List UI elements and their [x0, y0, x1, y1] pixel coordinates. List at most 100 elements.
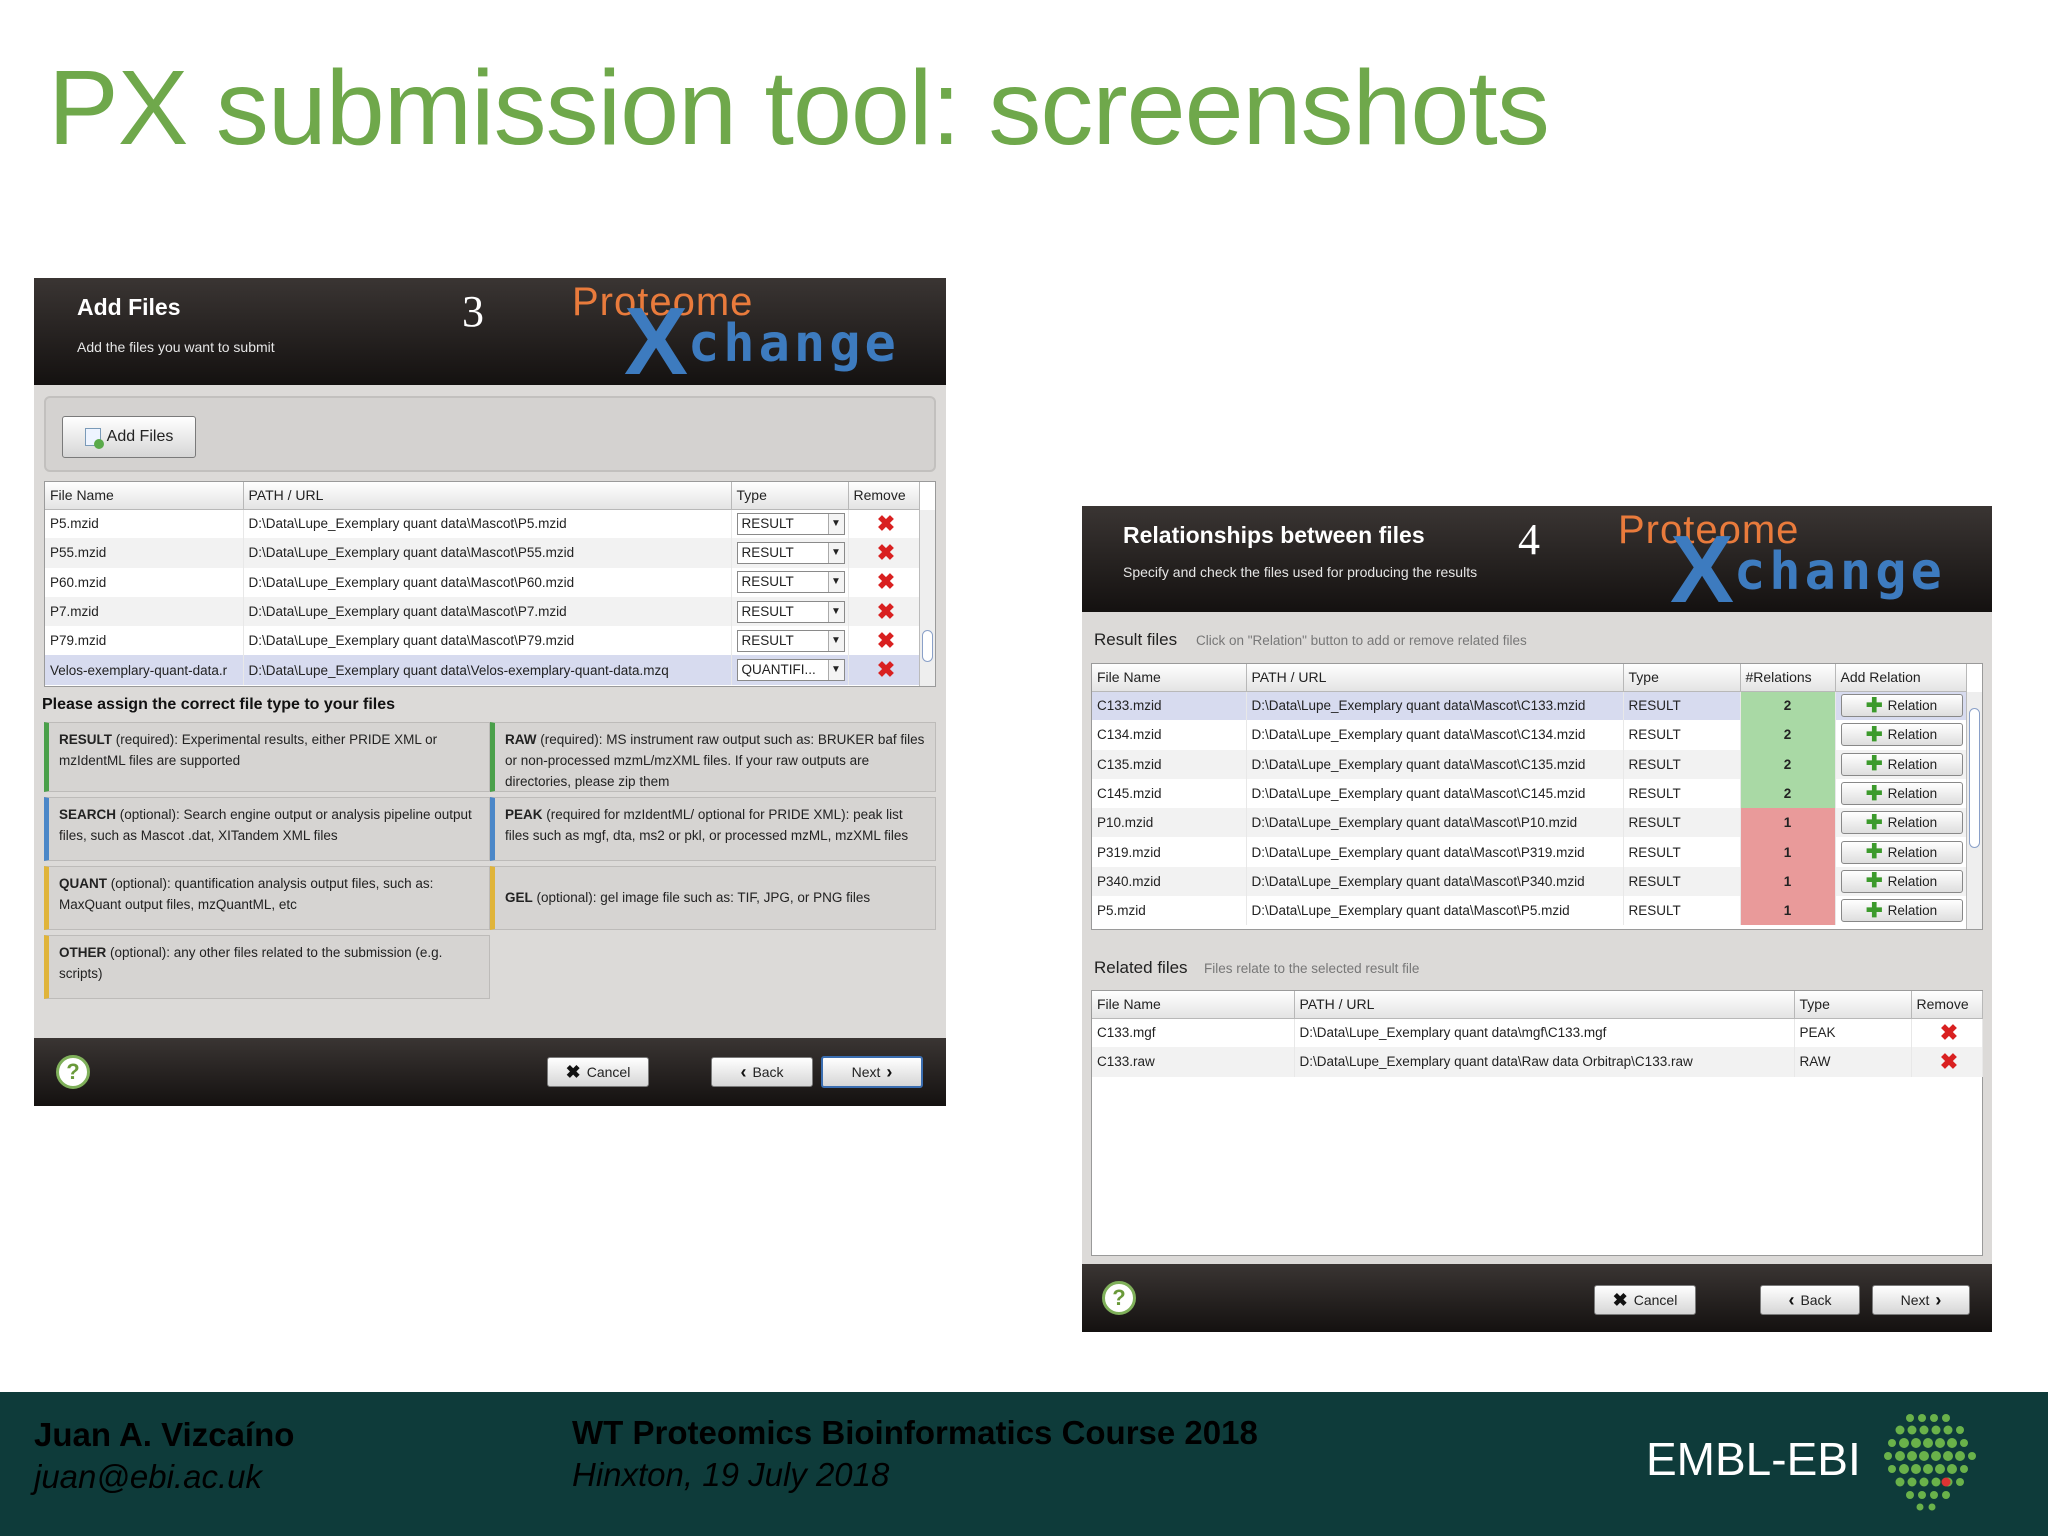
remove-icon[interactable]: ✖ [854, 540, 919, 566]
back-button[interactable]: ‹ Back [711, 1057, 813, 1087]
cancel-button[interactable]: ✖ Cancel [1594, 1285, 1696, 1315]
course-title: WT Proteomics Bioinformatics Course 2018 [572, 1414, 1258, 1451]
type-select[interactable]: RESULT ▼ [736, 541, 845, 564]
chevron-left-icon: ‹ [1788, 1289, 1795, 1310]
file-name-cell: P60.mzid [45, 567, 244, 597]
file-name-cell: C145.mzid [1092, 778, 1247, 809]
table-row[interactable]: C145.mzid D:\Data\Lupe_Exemplary quant d… [1092, 778, 1967, 809]
org-name: EMBL-EBI [1646, 1433, 1861, 1485]
column-header[interactable]: Remove [848, 482, 920, 510]
plus-icon: ✚ [1865, 811, 1883, 834]
type-cell: RESULT [1623, 691, 1741, 721]
type-select[interactable]: RESULT ▼ [736, 629, 845, 652]
column-header[interactable]: Type [731, 482, 849, 510]
type-select[interactable]: RESULT ▼ [736, 600, 845, 623]
add-relation-button[interactable]: ✚ Relation [1840, 869, 1963, 893]
type-select[interactable]: RESULT ▼ [736, 571, 845, 594]
table-row[interactable]: C133.raw D:\Data\Lupe_Exemplary quant da… [1092, 1047, 1983, 1077]
filetype-peak: PEAK (required for mzIdentML/ optional f… [490, 797, 936, 861]
table-row[interactable]: P7.mzid D:\Data\Lupe_Exemplary quant dat… [45, 596, 920, 627]
table-row[interactable]: P5.mzid D:\Data\Lupe_Exemplary quant dat… [1092, 896, 1967, 926]
help-icon[interactable]: ? [1102, 1281, 1136, 1315]
close-icon: ✖ [1612, 1289, 1628, 1310]
add-relation-button[interactable]: ✚ Relation [1840, 840, 1963, 864]
column-header[interactable]: Remove [1911, 991, 1983, 1019]
chevron-left-icon: ‹ [740, 1061, 747, 1082]
table-row[interactable]: Velos-exemplary-quant-data.r D:\Data\Lup… [45, 655, 920, 685]
table-row[interactable]: P79.mzid D:\Data\Lupe_Exemplary quant da… [45, 626, 920, 656]
window-title: Relationships between files [1123, 522, 1425, 548]
type-cell: RESULT [1623, 778, 1741, 809]
next-button[interactable]: Next › [1872, 1285, 1970, 1315]
relations-count: 2 [1740, 778, 1836, 809]
table-row[interactable]: C133.mzid D:\Data\Lupe_Exemplary quant d… [1092, 691, 1967, 721]
file-name-cell: P5.mzid [1092, 896, 1247, 926]
step-number: 4 [1518, 515, 1540, 564]
remove-icon[interactable]: ✖ [854, 628, 919, 654]
relations-count: 2 [1740, 691, 1836, 721]
remove-icon[interactable]: ✖ [1917, 1049, 1982, 1075]
plus-icon: ✚ [1865, 870, 1883, 893]
proteomexchange-logo: Proteome X change [1618, 508, 1946, 623]
remove-icon[interactable]: ✖ [854, 657, 919, 683]
file-name-cell: C133.mzid [1092, 691, 1247, 721]
plus-icon: ✚ [1865, 694, 1883, 717]
column-header[interactable]: File Name [1092, 991, 1295, 1019]
filetype-raw: RAW (required): MS instrument raw output… [490, 722, 936, 792]
chevron-down-icon: ▼ [827, 630, 844, 651]
path-cell: D:\Data\Lupe_Exemplary quant data\Raw da… [1294, 1047, 1795, 1077]
type-select[interactable]: RESULT ▼ [736, 512, 845, 535]
remove-icon[interactable]: ✖ [854, 599, 919, 625]
relations-count: 1 [1740, 808, 1836, 838]
add-relation-button[interactable]: ✚ Relation [1840, 752, 1963, 776]
table-row[interactable]: P5.mzid D:\Data\Lupe_Exemplary quant dat… [45, 509, 920, 539]
table-row[interactable]: C133.mgf D:\Data\Lupe_Exemplary quant da… [1092, 1018, 1983, 1048]
table-row[interactable]: P340.mzid D:\Data\Lupe_Exemplary quant d… [1092, 866, 1967, 897]
scrollbar[interactable] [919, 510, 935, 686]
add-files-button[interactable]: Add Files [62, 416, 196, 458]
add-relation-button[interactable]: ✚ Relation [1840, 811, 1963, 835]
table-row[interactable]: C135.mzid D:\Data\Lupe_Exemplary quant d… [1092, 749, 1967, 779]
column-header[interactable]: PATH / URL [243, 482, 732, 510]
table-row[interactable]: P319.mzid D:\Data\Lupe_Exemplary quant d… [1092, 837, 1967, 867]
add-relation-button[interactable]: ✚ Relation [1840, 899, 1963, 923]
file-name-cell: Velos-exemplary-quant-data.r [45, 655, 244, 685]
add-relation-button[interactable]: ✚ Relation [1840, 694, 1963, 718]
next-button[interactable]: Next › [821, 1056, 923, 1088]
table-row[interactable]: P55.mzid D:\Data\Lupe_Exemplary quant da… [45, 538, 920, 568]
column-header[interactable]: Type [1794, 991, 1912, 1019]
plus-icon: ✚ [1865, 841, 1883, 864]
type-cell: PEAK [1794, 1018, 1912, 1048]
cancel-button[interactable]: ✖ Cancel [547, 1057, 649, 1087]
add-relation-button[interactable]: ✚ Relation [1840, 782, 1963, 806]
help-icon[interactable]: ? [56, 1055, 90, 1089]
column-header[interactable]: File Name [1092, 664, 1247, 692]
column-header[interactable]: #Relations [1740, 664, 1836, 692]
column-header[interactable]: Add Relation [1835, 664, 1967, 692]
table-row[interactable]: P10.mzid D:\Data\Lupe_Exemplary quant da… [1092, 808, 1967, 838]
window-subtitle: Specify and check the files used for pro… [1123, 564, 1478, 580]
embl-ebi-logo [1884, 1414, 1976, 1511]
remove-icon[interactable]: ✖ [1917, 1020, 1982, 1046]
chevron-down-icon: ▼ [827, 601, 844, 622]
scrollbar[interactable] [1966, 692, 1982, 929]
column-header[interactable]: PATH / URL [1294, 991, 1795, 1019]
scrollbar-thumb[interactable] [1969, 708, 1980, 848]
remove-icon[interactable]: ✖ [854, 511, 919, 537]
result-files-hint: Click on "Relation" button to add or rem… [1196, 633, 1527, 648]
relations-count: 2 [1740, 749, 1836, 779]
remove-icon[interactable]: ✖ [854, 569, 919, 595]
column-header[interactable]: Type [1623, 664, 1741, 692]
table-row[interactable]: P60.mzid D:\Data\Lupe_Exemplary quant da… [45, 567, 920, 597]
file-name-cell: P7.mzid [45, 596, 244, 627]
column-header[interactable]: File Name [45, 482, 244, 510]
table-row[interactable]: C134.mzid D:\Data\Lupe_Exemplary quant d… [1092, 720, 1967, 750]
column-header[interactable]: PATH / URL [1246, 664, 1624, 692]
type-select[interactable]: QUANTIFI... ▼ [736, 659, 845, 682]
file-add-icon [84, 428, 104, 449]
back-button[interactable]: ‹ Back [1760, 1285, 1860, 1315]
add-relation-button[interactable]: ✚ Relation [1840, 723, 1963, 747]
file-name-cell: P55.mzid [45, 538, 244, 568]
window-header: Add Files Add the files you want to subm… [34, 278, 946, 390]
scrollbar-thumb[interactable] [922, 630, 933, 662]
